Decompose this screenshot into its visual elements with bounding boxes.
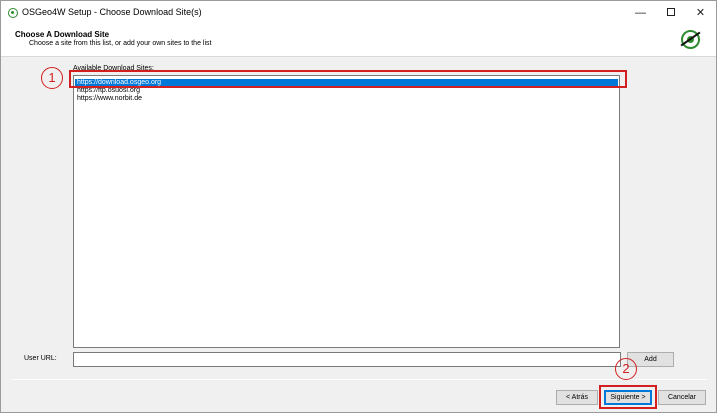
close-button[interactable]: ✕ [685,1,716,25]
annotation-highlight-site [69,70,627,88]
window-title: OSGeo4W Setup - Choose Download Site(s) [22,7,202,17]
list-item-site[interactable]: https://ftp.osuosl.org [75,87,618,95]
footer-divider [11,379,707,380]
page-subtitle: Choose a site from this list, or add you… [29,40,212,47]
setup-window: OSGeo4W Setup - Choose Download Site(s) … [0,0,717,413]
list-item-site[interactable]: https://www.norbit.de [75,95,618,103]
title-bar[interactable]: OSGeo4W Setup - Choose Download Site(s) … [1,1,716,25]
annotation-marker-1: 1 [41,67,63,89]
user-url-label: User URL: [24,355,57,362]
annotation-marker-2: 2 [615,358,637,380]
wizard-header: Choose A Download Site Choose a site fro… [1,25,716,57]
back-button[interactable]: < Atrás [556,390,598,405]
osgeo-logo-icon [681,30,700,49]
maximize-button[interactable] [655,1,686,25]
minimize-button[interactable]: — [625,1,656,25]
page-title: Choose A Download Site [15,30,110,39]
annotation-highlight-next [599,385,657,409]
osgeo-app-icon [8,8,18,18]
download-sites-list[interactable]: https://download.osgeo.org https://ftp.o… [73,75,620,348]
user-url-input[interactable] [73,352,621,367]
cancel-button[interactable]: Cancelar [658,390,706,405]
maximize-icon [666,8,675,17]
